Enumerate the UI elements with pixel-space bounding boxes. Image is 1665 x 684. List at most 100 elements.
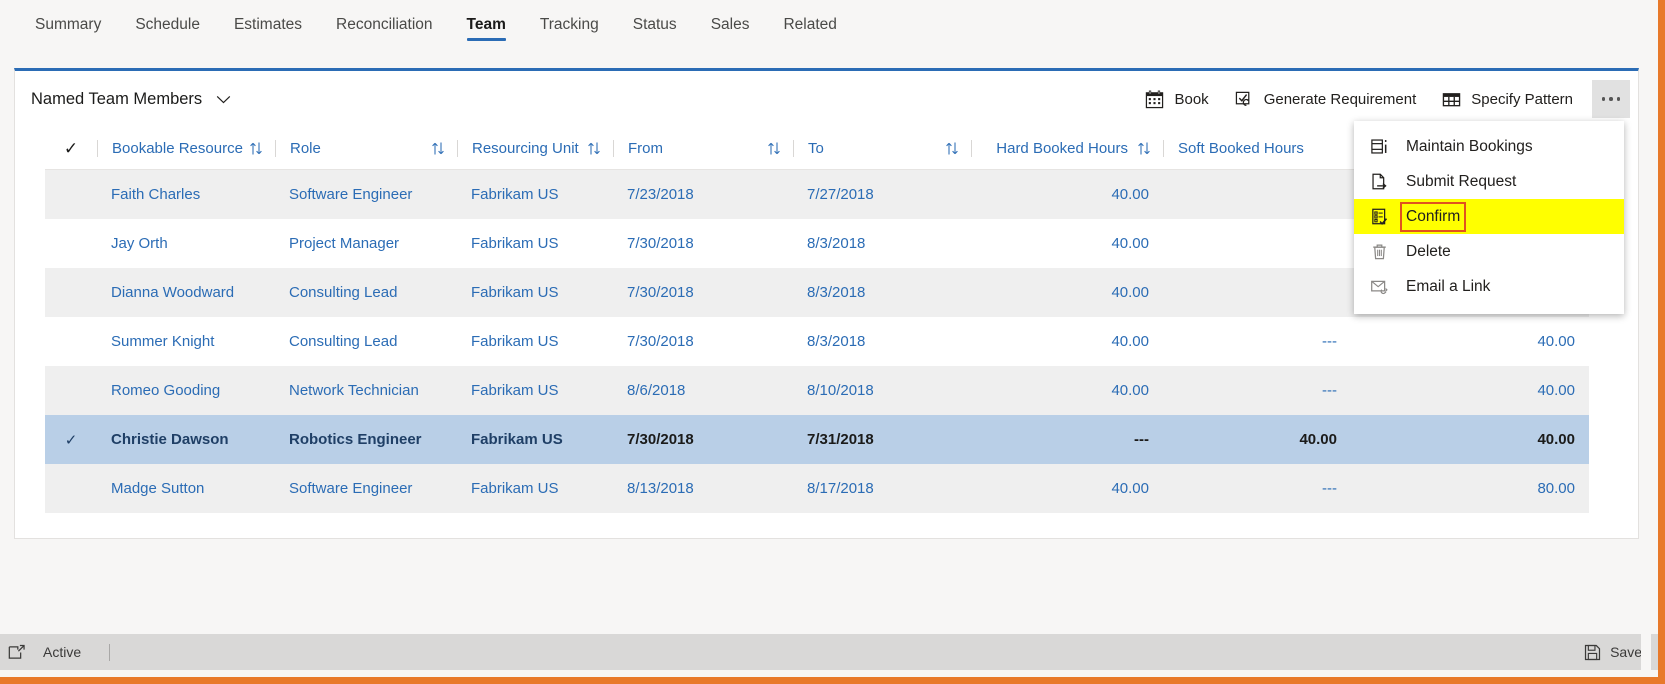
tab-estimates[interactable]: Estimates <box>217 0 319 52</box>
tab-label: Reconciliation <box>336 16 433 33</box>
more-commands-button[interactable] <box>1592 80 1630 118</box>
tab-related[interactable]: Related <box>766 0 853 52</box>
tab-team[interactable]: Team <box>450 0 523 52</box>
tab-summary[interactable]: Summary <box>18 0 118 52</box>
book-button[interactable]: Book <box>1132 79 1221 119</box>
menu-item-confirm[interactable]: Confirm <box>1354 199 1624 234</box>
column-header-hard-booked-hours[interactable]: Hard Booked Hours <box>971 127 1163 170</box>
tab-status[interactable]: Status <box>616 0 694 52</box>
cell-role[interactable]: Consulting Lead <box>275 268 457 317</box>
cell-role[interactable]: Project Manager <box>275 219 457 268</box>
cell-role[interactable]: Software Engineer <box>275 464 457 513</box>
column-header-resourcing-unit[interactable]: Resourcing Unit <box>457 127 613 170</box>
save-floppy-icon <box>1584 644 1601 660</box>
cell-resourcing-unit[interactable]: Fabrikam US <box>457 169 613 219</box>
cell-resourcing-unit[interactable]: Fabrikam US <box>457 464 613 513</box>
row-select-cell[interactable] <box>45 268 97 317</box>
checkmark-icon: ✓ <box>63 138 79 158</box>
row-select-cell[interactable] <box>45 317 97 366</box>
cell-to: 8/10/2018 <box>793 366 971 415</box>
tab-schedule[interactable]: Schedule <box>118 0 217 52</box>
column-header-bookable-resource[interactable]: Bookable Resource <box>97 127 275 170</box>
row-select-cell[interactable] <box>45 219 97 268</box>
cell-hard-booked-hours: 40.00 <box>971 268 1163 317</box>
cell-resourcing-unit[interactable]: Fabrikam US <box>457 219 613 268</box>
menu-item-submit-request[interactable]: Submit Request <box>1354 164 1624 199</box>
table-row[interactable]: Romeo Gooding Network Technician Fabrika… <box>45 366 1589 415</box>
menu-item-maintain-bookings[interactable]: Maintain Bookings <box>1354 129 1624 164</box>
menu-item-delete[interactable]: Delete <box>1354 234 1624 269</box>
cell-soft-booked-hours: 40.00 <box>1163 415 1351 464</box>
cell-hard-booked-hours: 40.00 <box>971 464 1163 513</box>
row-select-cell[interactable] <box>45 169 97 219</box>
menu-item-label: Submit Request <box>1406 172 1517 190</box>
cell-bookable-resource[interactable]: Faith Charles <box>97 169 275 219</box>
table-grid-icon <box>1443 92 1461 106</box>
tab-sales[interactable]: Sales <box>694 0 767 52</box>
cell-role[interactable]: Robotics Engineer <box>275 415 457 464</box>
cell-bookable-resource[interactable]: Romeo Gooding <box>97 366 275 415</box>
open-record-set-icon[interactable] <box>8 644 25 661</box>
generate-requirement-button[interactable]: Generate Requirement <box>1222 79 1430 119</box>
cell-hard-booked-hours: 40.00 <box>971 366 1163 415</box>
cell-role[interactable]: Consulting Lead <box>275 317 457 366</box>
table-row[interactable]: Madge Sutton Software Engineer Fabrikam … <box>45 464 1589 513</box>
cell-resourcing-unit[interactable]: Fabrikam US <box>457 366 613 415</box>
cell-hard-booked-hours: 40.00 <box>971 169 1163 219</box>
cell-from: 7/30/2018 <box>613 415 793 464</box>
cell-role[interactable]: Software Engineer <box>275 169 457 219</box>
sort-icon <box>432 142 444 154</box>
cell-to: 8/3/2018 <box>807 235 866 252</box>
table-row[interactable]: Summer Knight Consulting Lead Fabrikam U… <box>45 317 1589 366</box>
menu-item-email-a-link[interactable]: Email a Link <box>1354 269 1624 304</box>
cell-total-hours: 40.00 <box>1351 366 1589 415</box>
column-header-role[interactable]: Role <box>275 127 457 170</box>
cell-resourcing-unit[interactable]: Fabrikam US <box>457 317 613 366</box>
trash-icon <box>1373 244 1386 260</box>
menu-item-label: Email a Link <box>1406 277 1491 295</box>
maintain-bookings-icon <box>1371 139 1387 154</box>
cell-bookable-resource[interactable]: Jay Orth <box>97 219 275 268</box>
cell-total-hours: 40.00 <box>1351 415 1589 464</box>
cell-role[interactable]: Network Technician <box>275 366 457 415</box>
column-header-from[interactable]: From <box>613 127 793 170</box>
column-label: Role <box>290 139 321 157</box>
save-label: Save <box>1610 644 1642 660</box>
select-all-column-header[interactable]: ✓ <box>45 127 97 170</box>
cell-from: 8/6/2018 <box>613 366 793 415</box>
column-header-to[interactable]: To <box>793 127 971 170</box>
row-select-cell[interactable] <box>45 366 97 415</box>
tab-tracking[interactable]: Tracking <box>523 0 616 52</box>
cell-to: 7/27/2018 <box>793 169 971 219</box>
cell-bookable-resource[interactable]: Summer Knight <box>97 317 275 366</box>
ellipsis-icon <box>1601 97 1621 101</box>
sort-icon <box>946 142 958 154</box>
column-label: From <box>628 139 663 157</box>
cell-soft-booked-hours <box>1163 219 1351 268</box>
cell-to: 8/3/2018 <box>793 268 971 317</box>
cell-from: 7/23/2018 <box>613 169 793 219</box>
table-row-selected[interactable]: ✓ Christie Dawson Robotics Engineer Fabr… <box>45 415 1589 464</box>
tab-reconciliation[interactable]: Reconciliation <box>319 0 450 52</box>
cell-bookable-resource[interactable]: Dianna Woodward <box>97 268 275 317</box>
column-label: Hard Booked Hours <box>996 139 1128 157</box>
tab-label: Related <box>783 16 837 33</box>
status-divider <box>109 643 111 661</box>
row-select-cell[interactable] <box>45 464 97 513</box>
save-button[interactable]: Save <box>1584 644 1642 661</box>
specify-pattern-button[interactable]: Specify Pattern <box>1429 79 1586 119</box>
column-label: To <box>808 139 824 157</box>
cell-to: 8/3/2018 <box>807 333 866 350</box>
column-header-soft-booked-hours[interactable]: Soft Booked Hours <box>1163 127 1351 170</box>
cell-resourcing-unit[interactable]: Fabrikam US <box>457 268 613 317</box>
confirm-checklist-icon <box>1372 208 1388 225</box>
column-label: Soft Booked Hours <box>1178 139 1304 157</box>
cell-bookable-resource[interactable]: Madge Sutton <box>97 464 275 513</box>
cell-hard-booked-hours: 40.00 <box>1111 333 1149 350</box>
generate-requirement-label: Generate Requirement <box>1263 90 1417 108</box>
cell-bookable-resource[interactable]: Christie Dawson <box>97 415 275 464</box>
cell-resourcing-unit[interactable]: Fabrikam US <box>457 415 613 464</box>
view-selector[interactable]: Named Team Members <box>31 90 231 109</box>
tab-label: Summary <box>35 16 102 33</box>
row-select-cell[interactable]: ✓ <box>45 415 97 464</box>
